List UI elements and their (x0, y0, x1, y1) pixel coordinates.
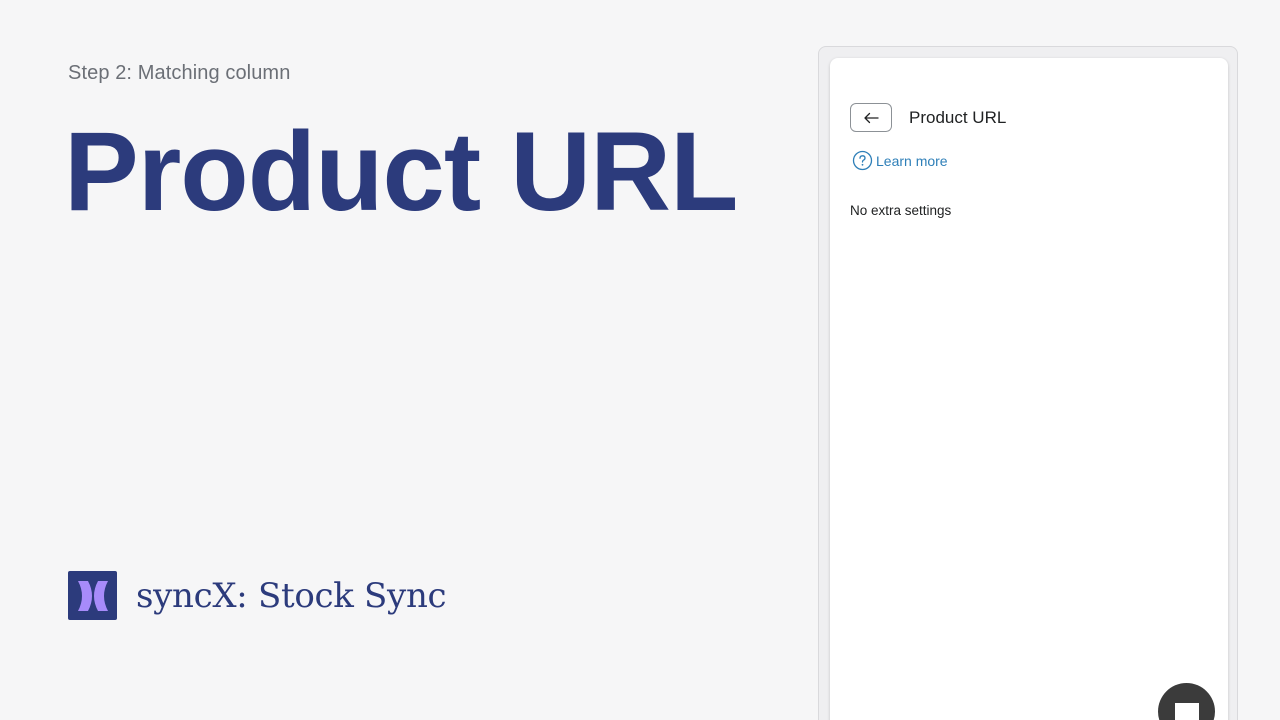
video-frame: Step 2: Matching column Product URL sync… (0, 0, 1280, 720)
panel-title: Product URL (909, 107, 1007, 127)
arrow-left-icon (864, 112, 879, 123)
syncx-logo-icon (68, 571, 117, 620)
panel-header: Product URL (850, 103, 1006, 132)
no-extra-settings-text: No extra settings (850, 203, 952, 218)
learn-more-label: Learn more (876, 152, 948, 169)
back-button[interactable] (850, 103, 892, 132)
brand: syncX: Stock Sync (68, 571, 447, 620)
chat-icon (1174, 703, 1199, 720)
step-label: Step 2: Matching column (68, 62, 291, 84)
hero-title: Product URL (64, 109, 738, 234)
settings-panel: Product URL Learn more No extra settings (830, 58, 1228, 720)
learn-more-link[interactable]: Learn more (852, 150, 948, 171)
brand-name: syncX: Stock Sync (136, 575, 447, 616)
question-circle-icon (852, 150, 873, 171)
